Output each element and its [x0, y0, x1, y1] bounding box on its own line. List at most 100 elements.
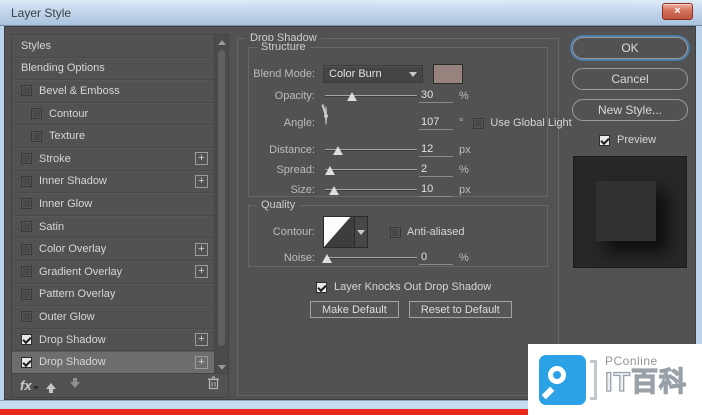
ok-button[interactable]: OK	[572, 37, 688, 59]
blend-mode-select[interactable]: Color Burn	[323, 65, 423, 83]
noise-slider[interactable]	[323, 250, 419, 266]
sidebar-item-label: Inner Glow	[39, 198, 92, 210]
angle-dial-circle[interactable]	[325, 106, 327, 125]
scrollbar[interactable]	[214, 35, 228, 374]
layer-knocks-out-checkbox[interactable]	[316, 282, 327, 293]
angle-dial[interactable]	[323, 107, 419, 139]
angle-label: Angle:	[253, 117, 315, 129]
contour-picker[interactable]	[323, 216, 368, 248]
preview-label: Preview	[617, 134, 656, 146]
slider-track	[325, 189, 417, 190]
effect-checkbox[interactable]	[21, 221, 32, 232]
sidebar-item-satin[interactable]: Satin	[12, 216, 214, 239]
sidebar-item-label: Drop Shadow	[39, 334, 106, 346]
sidebar-item-styles[interactable]: Styles	[12, 35, 214, 58]
add-effect-button[interactable]: +	[195, 265, 208, 278]
spread-value[interactable]: 2	[419, 163, 453, 177]
contour-thumbnail[interactable]	[323, 216, 355, 248]
anti-aliased-checkbox[interactable]	[390, 227, 401, 238]
spread-row: Spread: 2 %	[253, 160, 539, 180]
use-global-light-checkbox[interactable]	[473, 118, 484, 129]
move-effect-down-button[interactable]	[70, 378, 80, 393]
effect-checkbox[interactable]	[21, 266, 32, 277]
sidebar-item-label: Stroke	[39, 153, 71, 165]
effect-checkbox[interactable]	[21, 153, 32, 164]
sidebar-item-outer-glow[interactable]: Outer Glow	[12, 306, 214, 329]
opacity-value[interactable]: 30	[419, 89, 453, 103]
distance-slider[interactable]	[323, 142, 419, 158]
quality-group-title: Quality	[257, 199, 299, 211]
size-row: Size: 10 px	[253, 180, 539, 200]
slider-thumb[interactable]	[329, 186, 339, 195]
effect-checkbox[interactable]	[31, 131, 42, 142]
sidebar-item-pattern-overlay[interactable]: Pattern Overlay	[12, 284, 214, 307]
slider-thumb[interactable]	[333, 146, 343, 155]
slider-thumb[interactable]	[322, 254, 332, 263]
size-slider[interactable]	[323, 182, 419, 198]
page-bracket-icon	[590, 360, 597, 400]
scroll-up-button[interactable]	[215, 35, 228, 48]
add-effect-button[interactable]: +	[195, 175, 208, 188]
delete-effect-button[interactable]	[207, 376, 220, 395]
noise-value[interactable]: 0	[419, 251, 453, 265]
sidebar-item-gradient-overlay[interactable]: Gradient Overlay+	[12, 261, 214, 284]
new-style-button[interactable]: New Style...	[572, 99, 688, 121]
cancel-button[interactable]: Cancel	[572, 68, 688, 90]
sidebar-item-stroke[interactable]: Stroke +	[12, 148, 214, 171]
move-effect-up-button[interactable]	[46, 378, 56, 393]
make-default-button[interactable]: Make Default	[310, 301, 399, 318]
window-title: Layer Style	[0, 6, 71, 20]
layer-knocks-out-label: Layer Knocks Out Drop Shadow	[334, 281, 491, 293]
add-effect-button[interactable]: +	[195, 243, 208, 256]
reset-to-default-button[interactable]: Reset to Default	[409, 301, 512, 318]
effect-checkbox[interactable]	[21, 85, 32, 96]
size-value[interactable]: 10	[419, 183, 453, 197]
effect-checkbox[interactable]	[21, 334, 32, 345]
slider-track	[325, 95, 417, 96]
add-effect-button[interactable]: +	[195, 356, 208, 369]
sidebar-item-drop-shadow[interactable]: Drop Shadow +	[12, 329, 214, 352]
close-icon: ×	[674, 6, 680, 17]
fx-caret-icon	[33, 386, 39, 393]
contour-dropdown-button[interactable]	[355, 216, 368, 248]
chevron-down-icon	[409, 72, 417, 81]
add-effect-button[interactable]: +	[195, 152, 208, 165]
sidebar-item-label: Bevel & Emboss	[39, 85, 120, 97]
effect-checkbox[interactable]	[21, 311, 32, 322]
effect-checkbox[interactable]	[21, 176, 32, 187]
opacity-slider[interactable]	[323, 88, 419, 104]
shadow-color-swatch[interactable]	[433, 64, 463, 84]
fx-menu-button[interactable]: fx	[20, 378, 32, 393]
watermark-brand: PConline	[605, 354, 687, 368]
sidebar-item-color-overlay[interactable]: Color Overlay+	[12, 238, 214, 261]
chevron-up-icon	[218, 36, 226, 45]
sidebar-item-inner-glow[interactable]: Inner Glow	[12, 193, 214, 216]
sidebar-item-drop-shadow-2[interactable]: Drop Shadow+	[12, 351, 214, 374]
noise-label: Noise:	[253, 252, 315, 264]
sidebar-item-label: Styles	[21, 40, 51, 52]
opacity-label: Opacity:	[253, 90, 315, 102]
sidebar-item-inner-shadow[interactable]: Inner Shadow+	[12, 171, 214, 194]
spread-slider[interactable]	[323, 162, 419, 178]
sidebar-item-label: Contour	[49, 108, 88, 120]
distance-value[interactable]: 12	[419, 143, 453, 157]
effect-checkbox[interactable]	[21, 357, 32, 368]
slider-thumb[interactable]	[347, 92, 357, 101]
sidebar-item-contour[interactable]: Contour	[12, 103, 214, 126]
slider-thumb[interactable]	[325, 166, 335, 175]
scrollbar-thumb[interactable]	[217, 49, 226, 347]
anti-aliased-row: Anti-aliased	[390, 226, 464, 238]
sidebar-item-label: Outer Glow	[39, 311, 95, 323]
add-effect-button[interactable]: +	[195, 333, 208, 346]
effect-checkbox[interactable]	[21, 289, 32, 300]
effect-checkbox[interactable]	[21, 198, 32, 209]
effect-checkbox[interactable]	[31, 108, 42, 119]
angle-value[interactable]: 107	[419, 116, 453, 130]
close-button[interactable]: ×	[662, 3, 693, 20]
sidebar-item-blending-options[interactable]: Blending Options	[12, 58, 214, 81]
effect-checkbox[interactable]	[21, 244, 32, 255]
sidebar-item-texture[interactable]: Texture	[12, 125, 214, 148]
layer-style-window: Layer Style × Styles Blending Options Beve…	[0, 0, 702, 415]
sidebar-item-bevel-emboss[interactable]: Bevel & Emboss	[12, 80, 214, 103]
preview-checkbox[interactable]	[599, 135, 610, 146]
